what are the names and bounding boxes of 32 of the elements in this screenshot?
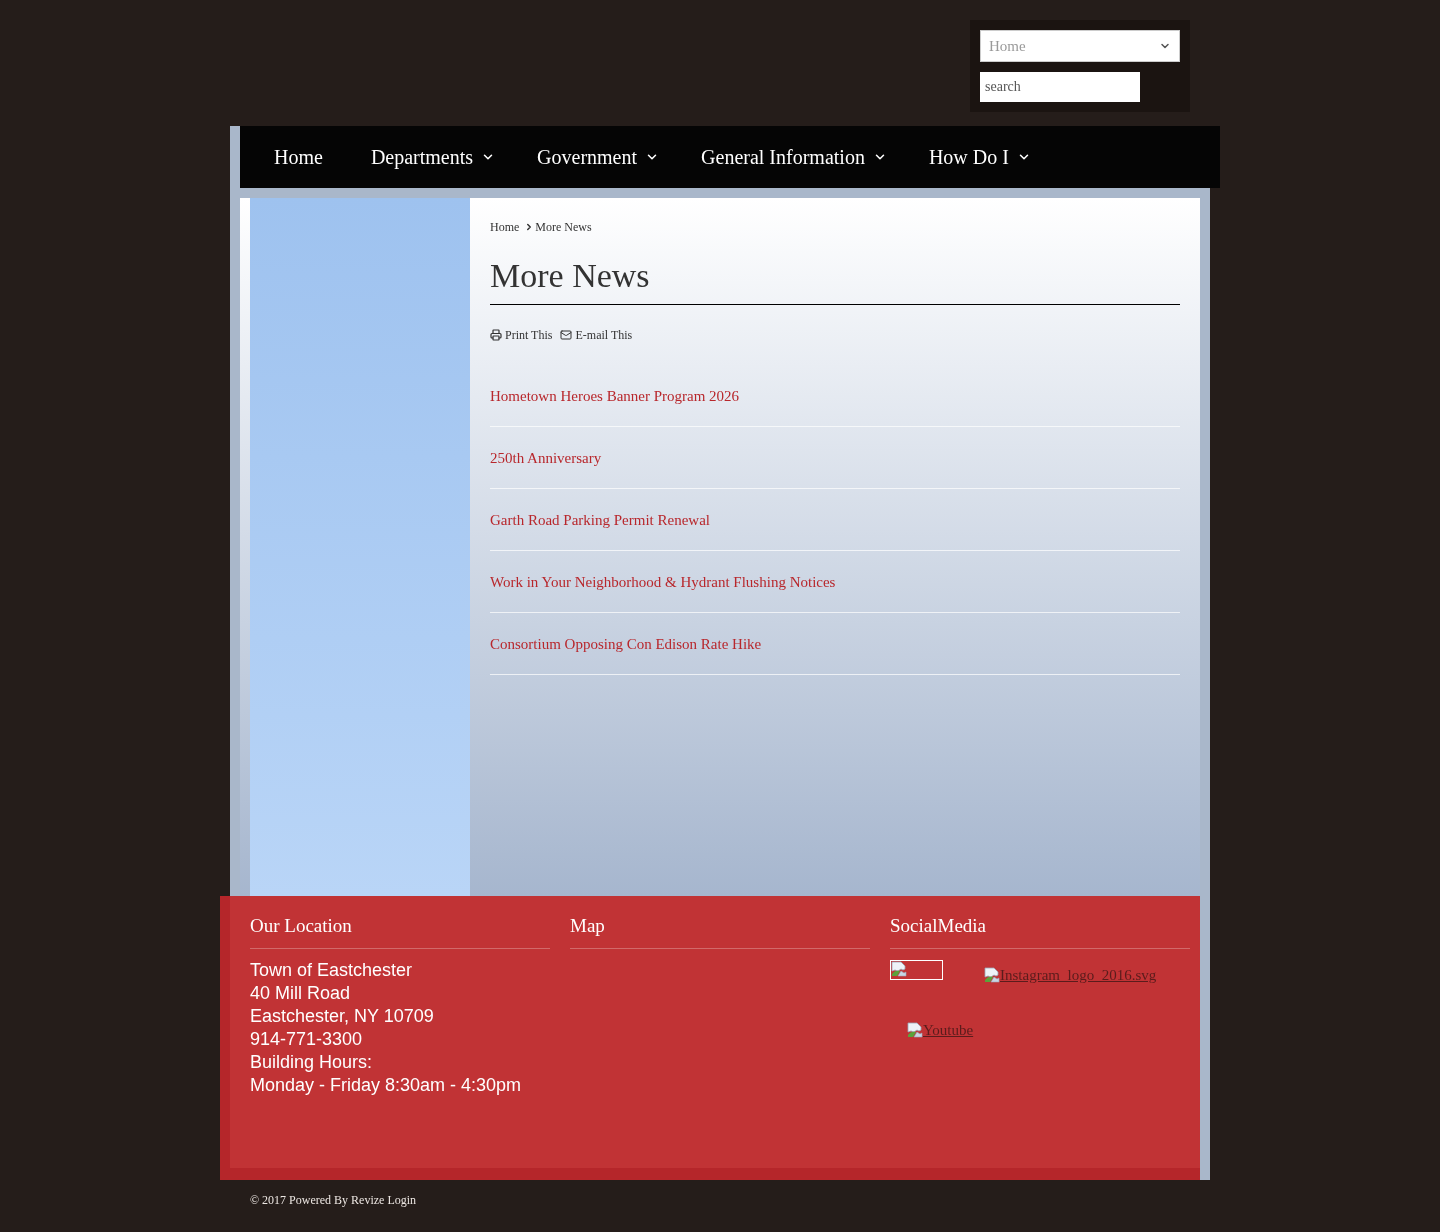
column-heading: Map [570,914,605,938]
column-heading: SocialMedia [890,914,987,938]
address-line: Monday - Friday 8:30am - 4:30pm [250,1074,522,1097]
breadcrumb-link[interactable]: Home [490,220,520,234]
print-icon [490,329,502,341]
image-link[interactable] [890,960,943,980]
nav-item[interactable]: Home [250,126,347,188]
nav-item[interactable]: Departments [346,126,514,188]
news-link[interactable]: 250th Anniversary [490,448,602,467]
address-line: Building Hours: [250,1051,373,1074]
column-heading: Our Location [250,914,352,938]
email-link[interactable]: E-mail This [560,328,633,342]
address-line: 914-771-3300 [250,1028,363,1051]
news-link[interactable]: Hometown Heroes Banner Program 2026 [490,386,740,405]
nav-item[interactable]: How Do I [904,126,1049,188]
envelope-icon [560,329,573,341]
news-link[interactable]: Work in Your Neighborhood & Hydrant Flushing Notices [490,572,836,591]
address-line: 40 Mill Road [250,982,351,1005]
address-line: Eastchester, NY 10709 [250,1005,434,1028]
search-field[interactable]: search [980,72,1140,102]
page-title: More News [490,256,650,296]
broken-image-icon [891,961,907,977]
nav-item[interactable]: Government [513,126,678,188]
breadcrumb-current: More News [535,220,592,234]
news-link[interactable]: Consortium Opposing Con Edison Rate Hike [490,634,762,653]
broken-image-icon [907,1022,923,1038]
broken-image-icon [984,967,1000,983]
news-link[interactable]: Garth Road Parking Permit Renewal [490,510,710,529]
copyright-text: © 2017 Powered By Revize Login [250,1193,417,1207]
print-link[interactable]: Print This [490,328,553,342]
nav-item[interactable]: General Information [677,126,905,188]
address-line: Town of Eastchester [250,959,413,982]
